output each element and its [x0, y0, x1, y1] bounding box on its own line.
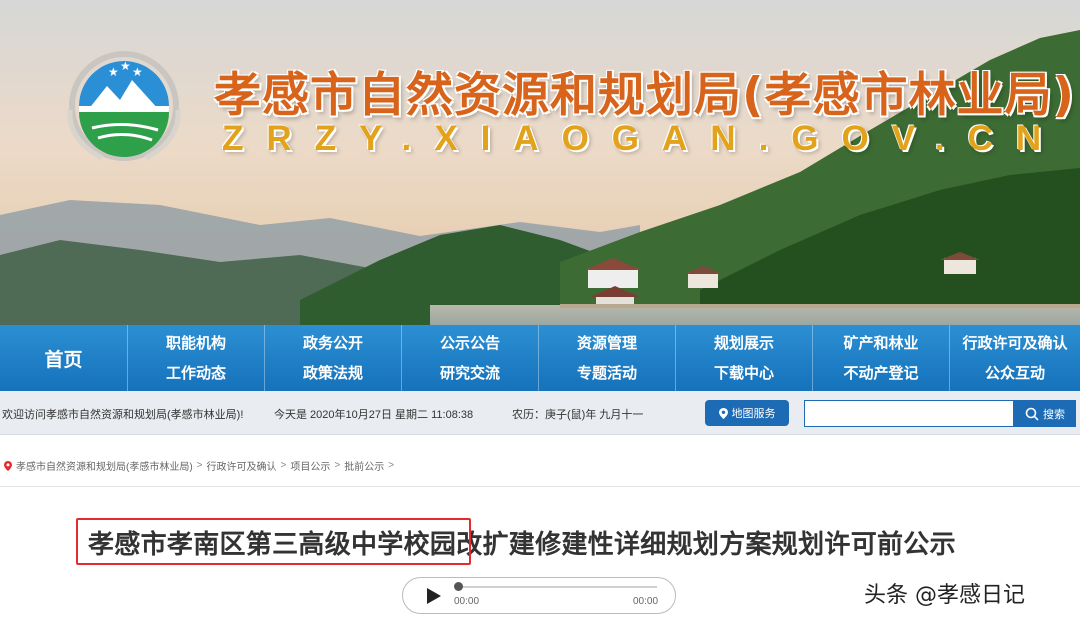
nav-link-real-estate[interactable]: 不动产登记: [843, 358, 918, 388]
watermark-text: 头条 @孝感日记: [864, 583, 1025, 608]
nav-column-4: 资源管理 专题活动: [539, 325, 676, 391]
content-divider: [0, 486, 1080, 487]
breadcrumb-item-home[interactable]: 孝感市自然资源和规划局(孝感市林业局): [16, 458, 193, 473]
banner-scenery: [0, 0, 1080, 325]
audio-duration: 00:00: [633, 596, 659, 607]
nav-link-policy[interactable]: 政策法规: [303, 358, 363, 388]
lunar-date-text: 农历：庚子(鼠)年 九月十一: [512, 409, 644, 421]
emblem-logo: ★ ★ ★: [67, 51, 181, 161]
audio-current-time: 00:00: [454, 596, 480, 607]
audio-progress-track[interactable]: [457, 586, 657, 588]
welcome-text: 欢迎访问孝感市自然资源和规划局(孝感市林业局)!: [2, 409, 244, 421]
red-highlight-box: [76, 518, 471, 565]
nav-link-special-events[interactable]: 专题活动: [577, 358, 637, 388]
date-text: 今天是 2020年10月27日 星期二 11:08:38: [274, 409, 474, 421]
nav-link-work-news[interactable]: 工作动态: [166, 358, 226, 388]
svg-text:★: ★: [108, 65, 119, 79]
svg-text:★: ★: [120, 59, 131, 73]
nav-link-research[interactable]: 研究交流: [440, 358, 500, 388]
breadcrumb-item-project-notice[interactable]: 项目公示: [290, 458, 330, 473]
breadcrumb-item-admin-permits[interactable]: 行政许可及确认: [207, 458, 277, 473]
site-title: 孝感市自然资源和规划局(孝感市林业局): [214, 68, 1075, 123]
site-domain: ZRZY.XIAOGAN.GOV.CN: [222, 119, 1065, 158]
svg-text:★: ★: [132, 65, 143, 79]
nav-link-admin-permits[interactable]: 行政许可及确认: [962, 328, 1067, 358]
nav-link-planning[interactable]: 规划展示: [714, 328, 774, 358]
info-bar: 欢迎访问孝感市自然资源和规划局(孝感市林业局)! 今天是 2020年10月27日…: [0, 391, 1080, 435]
breadcrumb-separator: >: [388, 460, 395, 471]
map-service-label: 地图服务: [731, 408, 776, 420]
search-button[interactable]: 搜索: [1014, 400, 1076, 427]
nav-home[interactable]: 首页: [0, 325, 128, 391]
breadcrumb-separator: >: [334, 460, 341, 471]
nav-column-7: 行政许可及确认 公众互动: [950, 325, 1080, 391]
map-service-button[interactable]: 地图服务: [705, 400, 789, 426]
audio-progress-handle[interactable]: [454, 582, 463, 591]
nav-column-2: 政务公开 政策法规: [265, 325, 402, 391]
search-input[interactable]: [804, 400, 1014, 427]
audio-player: 00:00 00:00: [402, 577, 676, 614]
nav-link-downloads[interactable]: 下载中心: [714, 358, 774, 388]
nav-link-mining-forestry[interactable]: 矿产和林业: [843, 328, 918, 358]
nav-link-organization[interactable]: 职能机构: [166, 328, 226, 358]
nav-column-1: 职能机构 工作动态: [128, 325, 265, 391]
main-nav: 首页 职能机构 工作动态 政务公开 政策法规 公示公告 研究交流 资源管理 专题…: [0, 325, 1080, 391]
nav-link-announcements[interactable]: 公示公告: [440, 328, 500, 358]
search-button-label: 搜索: [1043, 408, 1065, 421]
nav-link-public-interaction[interactable]: 公众互动: [985, 358, 1045, 388]
location-pin-icon: [4, 460, 12, 471]
search-icon: [1025, 407, 1039, 421]
header-banner: ★ ★ ★ 孝感市自然资源和规划局(孝感市林业局) ZRZY.XIAOGAN.G…: [0, 0, 1080, 325]
breadcrumb-separator: >: [280, 460, 287, 471]
play-icon[interactable]: [427, 588, 441, 604]
nav-link-resource-mgmt[interactable]: 资源管理: [577, 328, 637, 358]
nav-column-6: 矿产和林业 不动产登记: [813, 325, 950, 391]
nav-column-3: 公示公告 研究交流: [402, 325, 539, 391]
map-pin-icon: [718, 407, 728, 419]
nav-link-gov-affairs[interactable]: 政务公开: [303, 328, 363, 358]
breadcrumb-item-pre-approval[interactable]: 批前公示: [344, 458, 384, 473]
breadcrumb: 孝感市自然资源和规划局(孝感市林业局) > 行政许可及确认 > 项目公示 > 批…: [4, 458, 394, 473]
breadcrumb-separator: >: [196, 460, 203, 471]
nav-column-5: 规划展示 下载中心: [676, 325, 813, 391]
